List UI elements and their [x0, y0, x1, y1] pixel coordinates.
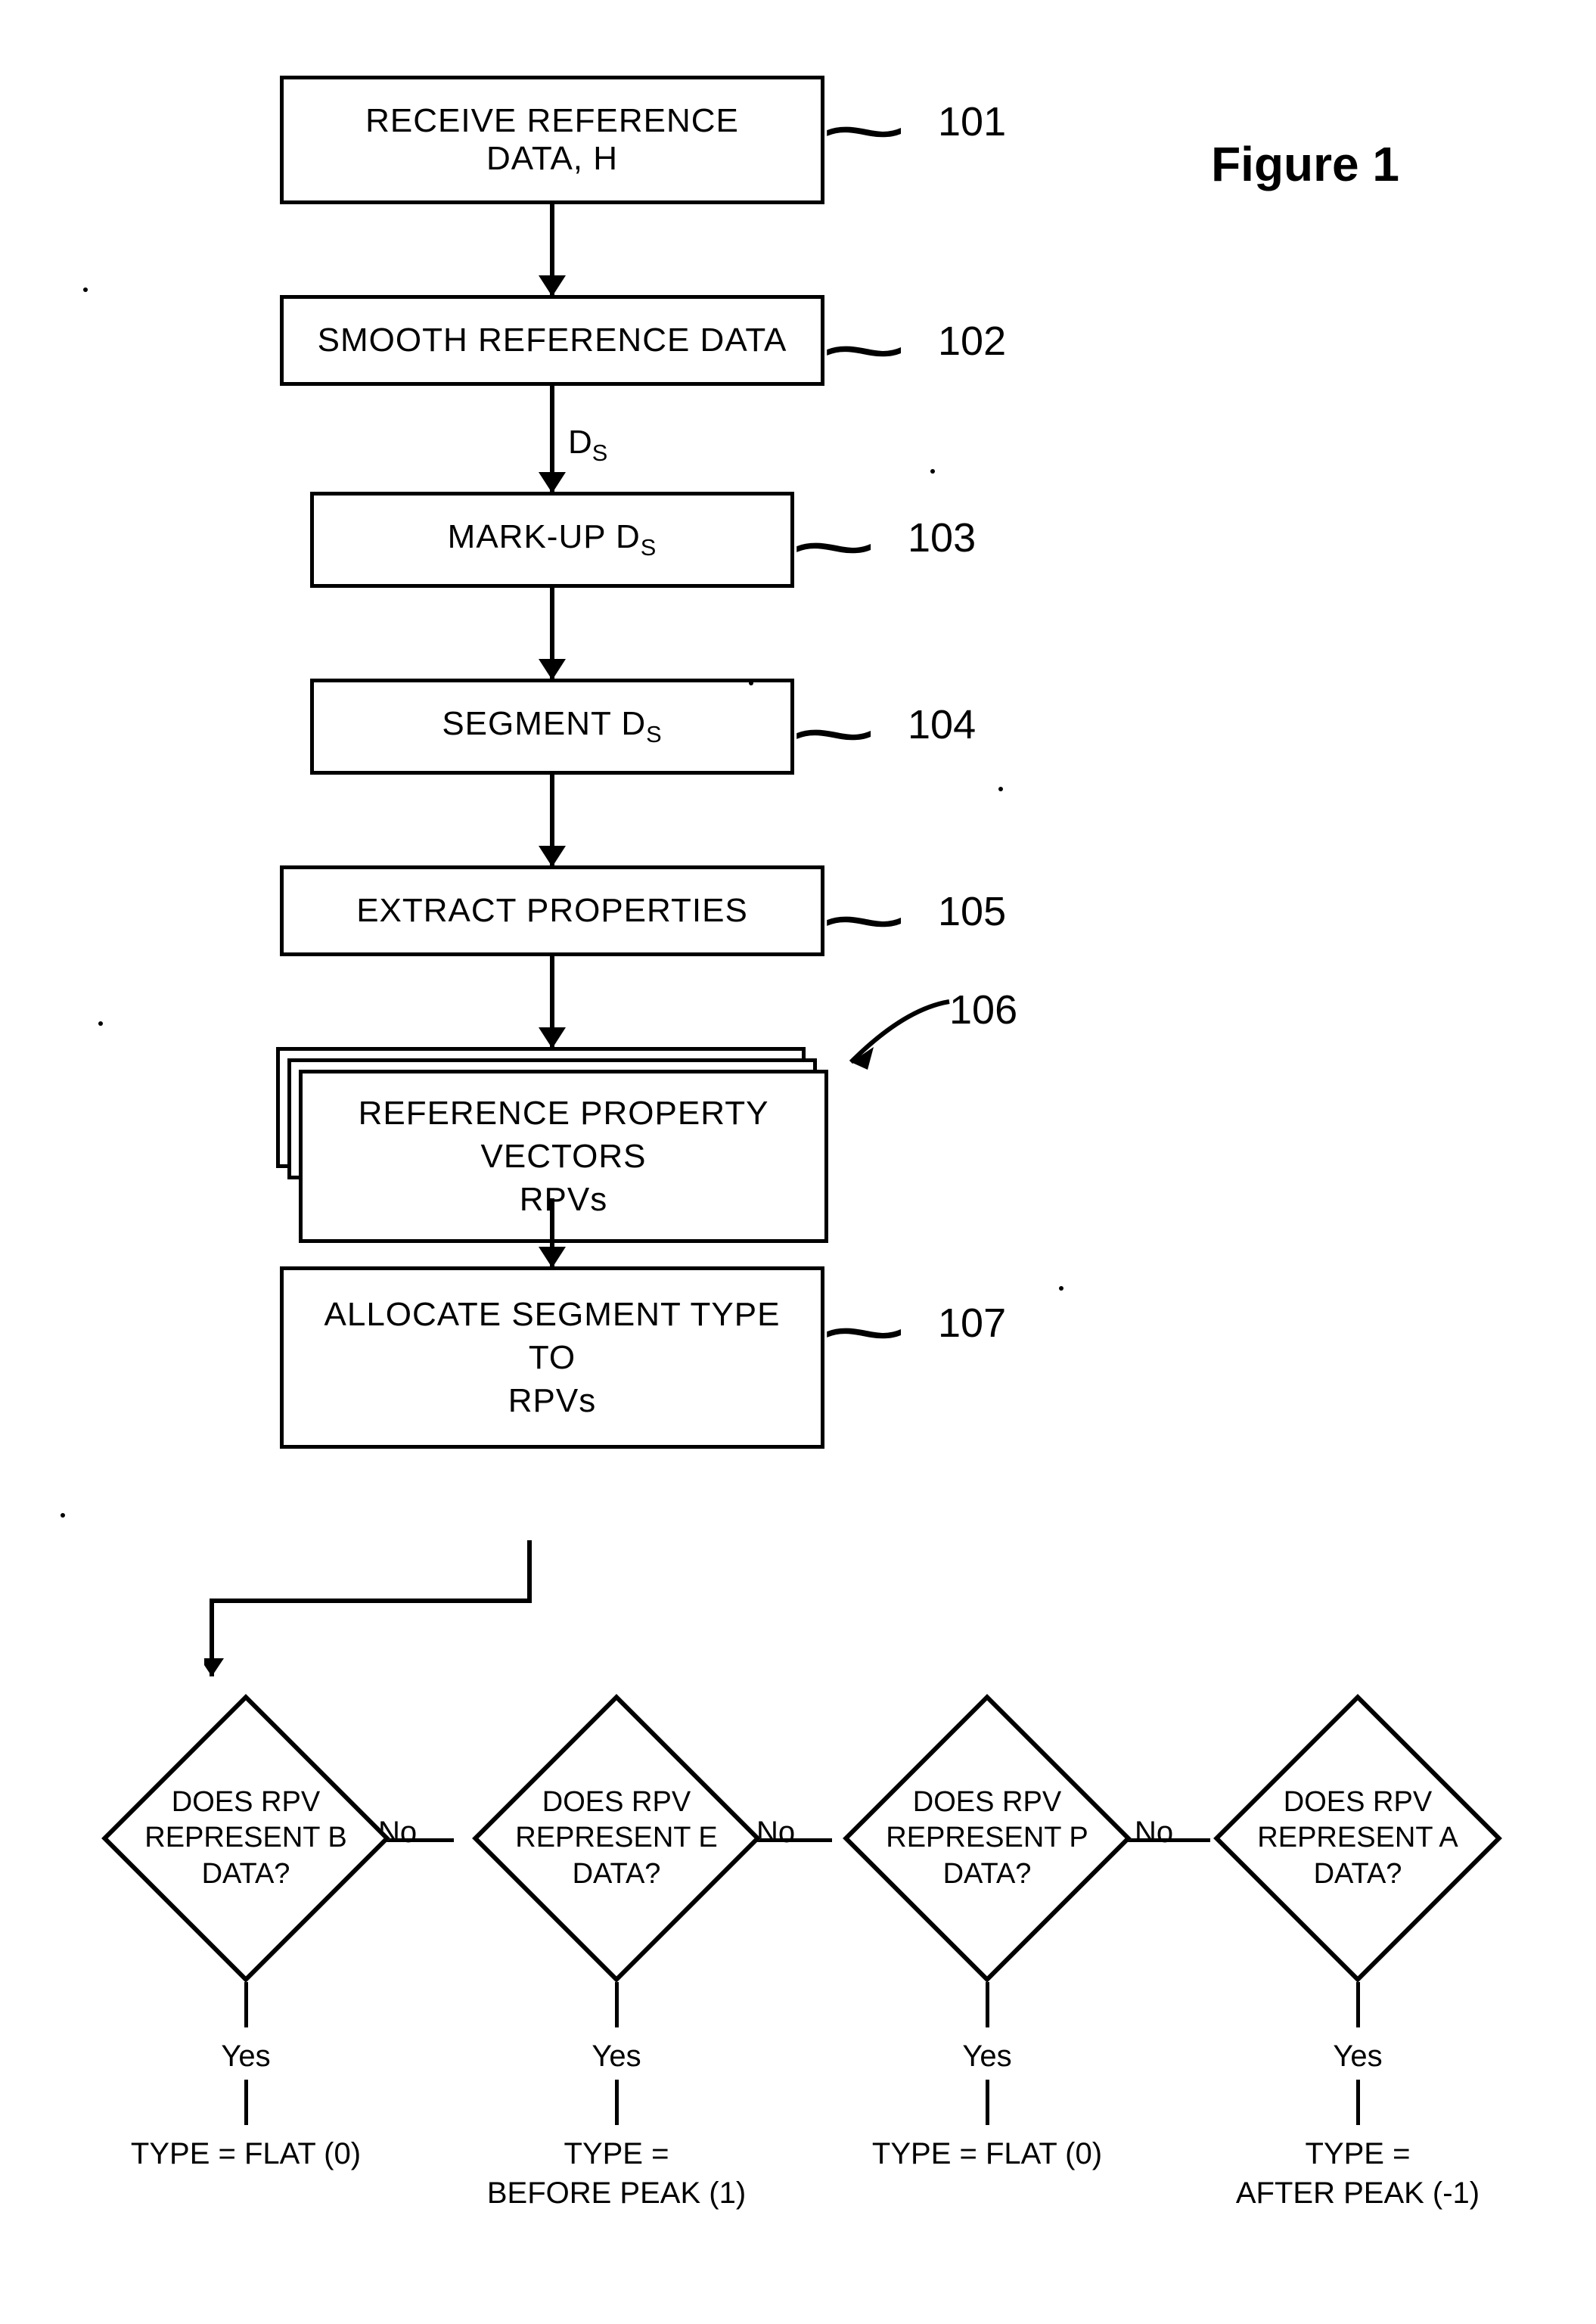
v-connector — [986, 2080, 989, 2125]
rpv-stack: REFERENCE PROPERTY VECTORS RPVs 106 — [276, 1047, 828, 1198]
step-107-num: 107 — [938, 1300, 1006, 1347]
type-flat-0: TYPE = FLAT (0) — [131, 2134, 361, 2173]
v-connector — [615, 1982, 619, 2027]
step-105-num: 105 — [938, 888, 1006, 935]
arrow-down — [550, 588, 554, 679]
figure-title: Figure 1 — [1211, 136, 1399, 192]
arrow-down — [550, 1198, 554, 1266]
step-103-box: MARK-UP DS — [310, 492, 794, 588]
step-102-num: 102 — [938, 318, 1006, 365]
yes-label: Yes — [1333, 2040, 1382, 2074]
ds-label: DS — [568, 424, 607, 467]
step-103-num: 103 — [908, 514, 976, 561]
decision-a: DOES RPV REPRESENT A DATA? Yes TYPE = AF… — [1180, 1695, 1535, 2213]
elbow-connector — [204, 1540, 582, 1707]
flow-column: RECEIVE REFERENCE DATA, H ~ 101 SMOOTH R… — [250, 76, 855, 1449]
v-connector — [1356, 1982, 1360, 2027]
decision-a-text: DOES RPV REPRESENT A DATA? — [1214, 1695, 1501, 1982]
connector-tilde: ~ — [820, 900, 908, 942]
v-connector — [244, 2080, 248, 2125]
decision-b-text: DOES RPV REPRESENT B DATA? — [102, 1695, 390, 1982]
speckle — [61, 1513, 65, 1518]
speckle — [83, 287, 88, 292]
speckle — [998, 787, 1003, 791]
type-before-peak: TYPE = BEFORE PEAK (1) — [487, 2134, 746, 2213]
v-connector — [615, 2080, 619, 2125]
decision-e: DOES RPV REPRESENT E DATA? Yes TYPE = BE… — [439, 1695, 794, 2213]
arrow-down — [550, 956, 554, 1047]
step-105-box: EXTRACT PROPERTIES — [280, 865, 824, 956]
step-101-num: 101 — [938, 98, 1006, 145]
connector-tilde: ~ — [790, 527, 877, 568]
decision-e-text: DOES RPV REPRESENT E DATA? — [473, 1695, 760, 1982]
decision-b: DOES RPV REPRESENT B DATA? Yes TYPE = FL… — [68, 1695, 424, 2213]
step-102-box: SMOOTH REFERENCE DATA — [280, 295, 824, 386]
step-101-box: RECEIVE REFERENCE DATA, H — [280, 76, 824, 204]
decision-row: DOES RPV REPRESENT B DATA? Yes TYPE = FL… — [68, 1695, 1535, 2213]
yes-label: Yes — [221, 2040, 270, 2074]
v-connector — [244, 1982, 248, 2027]
step-107-box: ALLOCATE SEGMENT TYPE TO RPVs — [280, 1266, 824, 1449]
connector-tilde: ~ — [820, 1312, 908, 1353]
step-106-num: 106 — [949, 986, 1017, 1033]
speckle — [930, 469, 935, 474]
speckle — [98, 1021, 103, 1026]
connector-tilde: ~ — [790, 713, 877, 755]
yes-label: Yes — [592, 2040, 641, 2074]
v-connector — [986, 1982, 989, 2027]
v-connector — [1356, 2080, 1360, 2125]
arrow-down — [550, 204, 554, 295]
type-after-peak: TYPE = AFTER PEAK (-1) — [1236, 2134, 1480, 2213]
connector-tilde: ~ — [820, 330, 908, 371]
connector-tilde: ~ — [820, 110, 908, 152]
type-flat-0-p: TYPE = FLAT (0) — [872, 2134, 1102, 2173]
decision-p-text: DOES RPV REPRESENT P DATA? — [843, 1695, 1131, 1982]
arrow-down — [550, 775, 554, 865]
speckle — [1059, 1286, 1063, 1291]
step-106-box: REFERENCE PROPERTY VECTORS RPVs — [299, 1070, 828, 1244]
step-104-num: 104 — [908, 701, 976, 748]
arrow-down — [550, 386, 554, 492]
speckle — [749, 681, 753, 685]
decision-p: DOES RPV REPRESENT P DATA? Yes TYPE = FL… — [809, 1695, 1165, 2213]
yes-label: Yes — [962, 2040, 1011, 2074]
step-104-box: SEGMENT DS — [310, 679, 794, 775]
